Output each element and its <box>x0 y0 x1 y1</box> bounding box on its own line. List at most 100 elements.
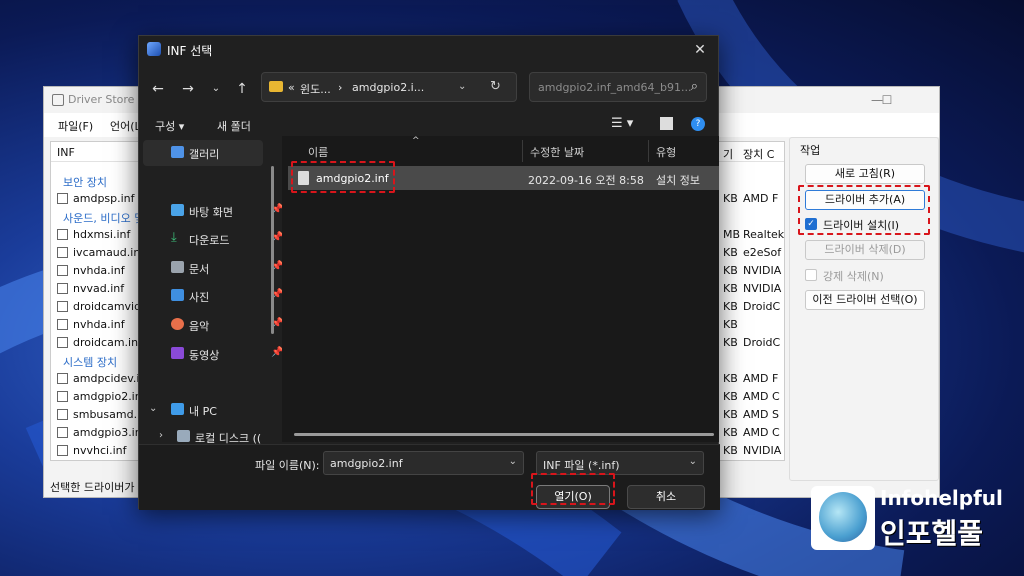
app-icon <box>52 94 64 106</box>
back-arrow-icon[interactable]: ← <box>147 78 169 100</box>
recent-locations-chevron-icon[interactable]: ⌄ <box>205 78 227 100</box>
chevron-down-icon[interactable]: ⌄ <box>689 456 697 467</box>
chevron-down-icon[interactable]: ⌄ <box>509 456 517 467</box>
collapse-chevron-icon[interactable]: › <box>159 430 163 441</box>
preview-pane-icon[interactable] <box>660 117 673 130</box>
expand-chevron-icon[interactable]: ⌄ <box>149 403 157 414</box>
menu-file[interactable]: 파일(F) <box>58 118 93 134</box>
search-input[interactable]: amdgpio2.inf_amd64_b91... ⌕ <box>529 72 707 102</box>
panel-title: 작업 <box>800 144 821 157</box>
row-vendor: NVIDIA <box>743 282 782 295</box>
open-button[interactable]: 열기(O) <box>536 485 610 509</box>
maximize-button[interactable]: ☐ <box>864 89 910 111</box>
address-bar[interactable]: « 윈도... › amdgpio2.i... ⌄ ↻ <box>261 72 517 102</box>
brand-name-english: Infohelpful <box>880 486 1003 510</box>
row-checkbox[interactable] <box>57 301 68 312</box>
add-driver-button[interactable]: 드라이버 추가(A) <box>805 190 925 210</box>
nav-desktop[interactable]: 바탕 화면 📌 <box>171 204 283 220</box>
file-date: 2022-09-16 오전 8:58 <box>528 174 644 187</box>
breadcrumb-windows[interactable]: 윈도... <box>300 81 331 97</box>
row-name: amdgpio2.inf <box>73 390 146 403</box>
dialog-app-icon <box>147 42 161 56</box>
refresh-icon[interactable]: ↻ <box>490 79 501 94</box>
row-checkbox[interactable] <box>57 427 68 438</box>
force-delete-label: 강제 삭제(N) <box>823 270 884 283</box>
row-checkbox[interactable] <box>57 409 68 420</box>
breadcrumb-separator: › <box>338 81 343 94</box>
disk-icon <box>177 430 190 442</box>
row-checkbox[interactable] <box>57 229 68 240</box>
row-checkbox[interactable] <box>57 283 68 294</box>
nav-pictures[interactable]: 사진 📌 <box>171 289 283 305</box>
row-name: nvhda.inf <box>73 264 125 277</box>
header-inf[interactable]: INF <box>57 146 75 159</box>
forward-arrow-icon[interactable]: → <box>177 78 199 100</box>
header-device[interactable]: 장치 C <box>743 146 774 162</box>
up-arrow-icon[interactable]: ↑ <box>231 78 253 100</box>
nav-documents[interactable]: 문서 📌 <box>171 261 283 277</box>
nav-this-pc[interactable]: ⌄ 내 PC <box>149 403 217 419</box>
row-size: KB <box>723 300 738 313</box>
horizontal-scrollbar[interactable] <box>294 433 714 436</box>
row-checkbox[interactable] <box>57 445 68 456</box>
pictures-icon <box>171 289 184 301</box>
row-name: nvvhci.inf <box>73 444 127 457</box>
row-name: droidcam.inf <box>73 336 142 349</box>
column-divider[interactable] <box>648 140 649 162</box>
nav-gallery[interactable]: 갤러리 <box>171 146 219 162</box>
select-old-drivers-button[interactable]: 이전 드라이버 선택(O) <box>805 290 925 310</box>
row-size: KB <box>723 336 738 349</box>
check-icon: ✓ <box>805 218 817 230</box>
nav-music[interactable]: 음악 📌 <box>171 318 283 334</box>
brand-name-korean: 인포헬풀 <box>880 517 984 550</box>
breadcrumb-amdgpio2[interactable]: amdgpio2.i... <box>352 81 424 94</box>
row-size: KB <box>723 444 738 457</box>
navigation-pane: 갤러리 바탕 화면 📌 ⤓ 다운로드 📌 문서 📌 사진 📌 음악 📌 동영상 📌 ⌄ 내 PC… <box>139 136 283 446</box>
row-checkbox[interactable] <box>57 391 68 402</box>
row-size: KB <box>723 426 738 439</box>
nav-downloads[interactable]: ⤓ 다운로드 📌 <box>171 230 283 248</box>
help-icon[interactable]: ? <box>691 117 705 131</box>
close-icon[interactable]: ✕ <box>688 39 712 61</box>
column-divider[interactable] <box>522 140 523 162</box>
row-name: amdpsp.inf <box>73 192 135 205</box>
row-name: hdxmsi.inf <box>73 228 131 241</box>
column-name[interactable]: 이름 <box>308 144 328 160</box>
pc-icon <box>171 403 184 415</box>
address-dropdown-icon[interactable]: ⌄ <box>458 81 466 92</box>
nav-scrollbar[interactable] <box>271 166 274 334</box>
row-checkbox[interactable] <box>57 193 68 204</box>
column-type[interactable]: 유형 <box>656 144 676 160</box>
row-checkbox[interactable] <box>57 247 68 258</box>
filename-input[interactable]: amdgpio2.inf ⌄ <box>323 451 524 475</box>
delete-driver-button[interactable]: 드라이버 삭제(D) <box>805 240 925 260</box>
row-size: MB <box>723 228 741 241</box>
menu-language[interactable]: 언어(L <box>110 118 141 134</box>
row-size: KB <box>723 318 738 331</box>
file-list[interactable]: 이름 ^ 수정한 날짜 유형 amdgpio2.inf 2022-09-16 오… <box>282 136 719 442</box>
column-date[interactable]: 수정한 날짜 <box>530 144 584 160</box>
row-name: nvhda.inf <box>73 318 125 331</box>
row-vendor: e2eSof <box>743 246 782 259</box>
row-vendor: DroidC <box>743 336 781 349</box>
actions-panel: 작업 새로 고침(R) 드라이버 추가(A) ✓ 드라이버 설치(I) 드라이버… <box>789 137 939 481</box>
row-name: ivcamaud.inf <box>73 246 145 259</box>
view-options-icon[interactable]: ☰ ▾ <box>611 116 633 131</box>
row-checkbox[interactable] <box>57 373 68 384</box>
cancel-button[interactable]: 취소 <box>627 485 705 509</box>
row-checkbox[interactable] <box>57 319 68 330</box>
row-checkbox[interactable] <box>57 337 68 348</box>
new-folder-button[interactable]: 새 폴더 <box>217 118 251 134</box>
row-checkbox[interactable] <box>57 265 68 276</box>
refresh-button[interactable]: 새로 고침(R) <box>805 164 925 184</box>
header-version[interactable]: 기 <box>723 146 733 162</box>
document-icon <box>171 261 184 273</box>
row-size: KB <box>723 372 738 385</box>
file-row-selected[interactable]: amdgpio2.inf 2022-09-16 오전 8:58 설치 정보 <box>288 166 719 190</box>
row-vendor: AMD C <box>743 390 780 403</box>
nav-videos[interactable]: 동영상 📌 <box>171 347 283 363</box>
inf-select-dialog: INF 선택 ✕ ← → ⌄ ↑ « 윈도... › amdgpio2.i...… <box>138 35 720 510</box>
folder-icon <box>269 81 283 92</box>
filetype-select[interactable]: INF 파일 (*.inf) ⌄ <box>536 451 704 475</box>
organize-button[interactable]: 구성 ▾ <box>155 118 184 134</box>
